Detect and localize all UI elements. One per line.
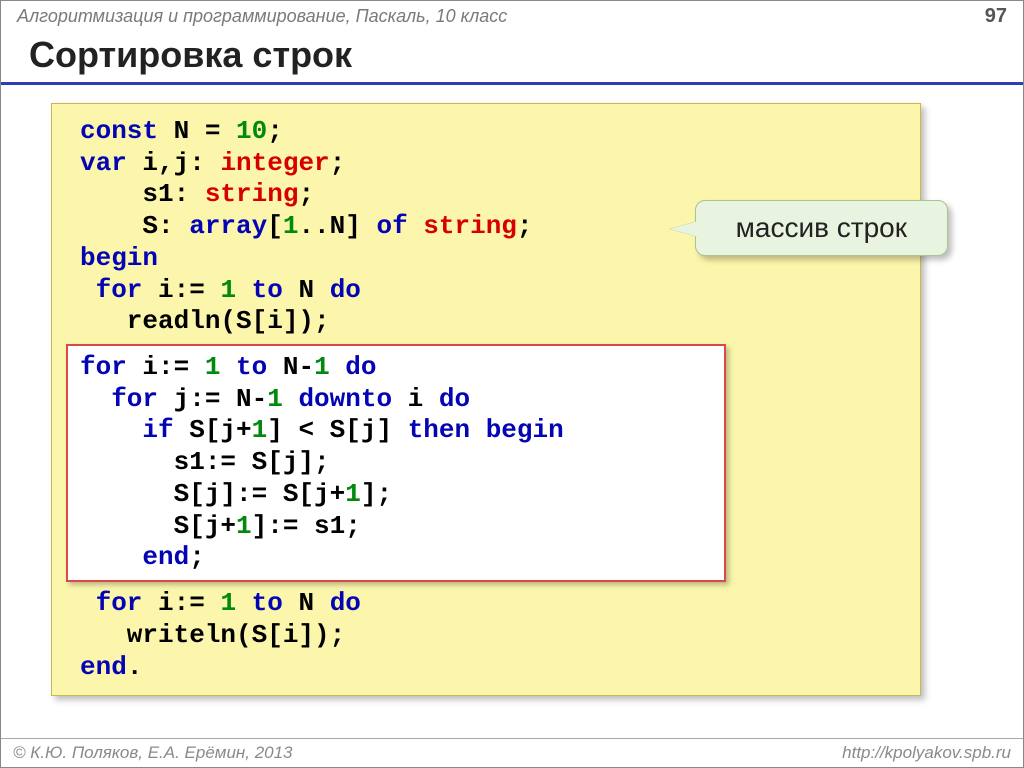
code-line: for i:= 1 to N do xyxy=(80,588,890,620)
code-line: end; xyxy=(80,542,712,574)
copyright: © К.Ю. Поляков, Е.А. Ерёмин, 2013 xyxy=(13,743,293,763)
code-line: var i,j: integer; xyxy=(80,148,890,180)
code-line: readln(S[i]); xyxy=(80,306,890,338)
code-block: массив строк const N = 10; var i,j: inte… xyxy=(51,103,921,696)
code-line: s1:= S[j]; xyxy=(80,447,712,479)
code-line: S[j]:= S[j+1]; xyxy=(80,479,712,511)
code-line: for i:= 1 to N do xyxy=(80,275,890,307)
code-line: for i:= 1 to N-1 do xyxy=(80,352,712,384)
footer-url: http://kpolyakov.spb.ru xyxy=(842,743,1011,763)
slide: Алгоритмизация и программирование, Паска… xyxy=(0,0,1024,768)
code-line: if S[j+1] < S[j] then begin xyxy=(80,415,712,447)
callout-array-of-strings: массив строк xyxy=(695,200,948,256)
code-line: writeln(S[i]); xyxy=(80,620,890,652)
breadcrumb: Алгоритмизация и программирование, Паска… xyxy=(17,6,507,27)
page-number: 97 xyxy=(985,5,1007,28)
code-line: for j:= N-1 downto i do xyxy=(80,384,712,416)
code-line: end. xyxy=(80,652,890,684)
title-block: Сортировка строк xyxy=(1,34,1023,85)
highlighted-code-block: for i:= 1 to N-1 do for j:= N-1 downto i… xyxy=(66,344,726,582)
code-line: const N = 10; xyxy=(80,116,890,148)
footer: © К.Ю. Поляков, Е.А. Ерёмин, 2013 http:/… xyxy=(1,738,1023,767)
page-title: Сортировка строк xyxy=(29,34,995,76)
code-line: S[j+1]:= s1; xyxy=(80,511,712,543)
top-bar: Алгоритмизация и программирование, Паска… xyxy=(1,1,1023,30)
